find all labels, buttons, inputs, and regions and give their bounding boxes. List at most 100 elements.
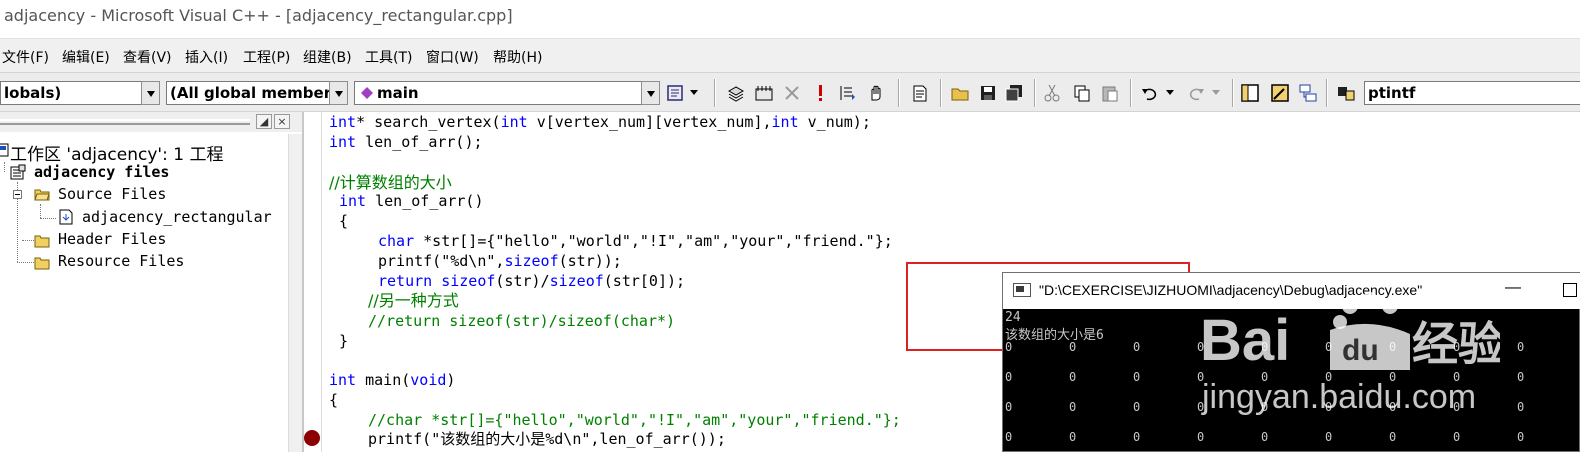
chevron-down-icon[interactable] [141, 81, 160, 105]
code-line[interactable]: { [329, 391, 338, 410]
console-cell: 0 [1133, 370, 1141, 384]
code-keyword: return [378, 272, 433, 290]
chevron-down-icon[interactable] [1212, 90, 1222, 98]
find-in-files-icon[interactable] [1336, 83, 1356, 103]
build-icon[interactable] [754, 83, 774, 103]
code-keyword: sizeof [549, 272, 604, 290]
tree-item-source-files[interactable]: Source Files [58, 185, 166, 203]
close-icon[interactable]: × [274, 114, 290, 129]
copy-icon[interactable] [1072, 83, 1092, 103]
tree-item-header-files[interactable]: Header Files [58, 230, 166, 248]
folder-open-icon [34, 189, 50, 201]
code-line[interactable]: int len_of_arr(); [329, 133, 483, 152]
output-icon[interactable] [1270, 83, 1290, 103]
console-cell: 0 [1197, 370, 1205, 384]
code-line[interactable]: { [339, 212, 348, 231]
tree-line [22, 240, 34, 241]
paste-icon[interactable] [1100, 83, 1120, 103]
code-line[interactable]: char *str[]={"hello","world","!I","am","… [378, 232, 893, 251]
workspace-scrollbar[interactable] [288, 134, 302, 452]
console-cell: 0 [1069, 400, 1077, 414]
console-title-bar[interactable]: "D:\CEXERCISE\JIZHUOMI\adjacency\Debug\a… [1003, 273, 1580, 309]
menu-edit[interactable]: 编辑(E) [62, 47, 110, 67]
stop-build-icon[interactable] [782, 83, 802, 103]
open-icon[interactable] [950, 83, 970, 103]
code-line[interactable]: return sizeof(str)/sizeof(str[0]); [378, 272, 685, 291]
save-icon[interactable] [978, 83, 998, 103]
chevron-down-icon[interactable] [690, 90, 700, 98]
chevron-down-icon[interactable] [641, 81, 660, 105]
console-title: "D:\CEXERCISE\JIZHUOMI\adjacency\Debug\a… [1039, 282, 1423, 298]
hand-icon[interactable] [866, 83, 886, 103]
code-token: main( [356, 371, 411, 389]
console-cell: 0 [1517, 340, 1525, 354]
function-diamond-icon [361, 87, 373, 99]
members-combo[interactable]: (All global members [166, 81, 348, 105]
tree-line [17, 262, 34, 263]
undo-icon[interactable] [1140, 83, 1160, 103]
window-list-icon[interactable] [1298, 83, 1318, 103]
chevron-down-icon[interactable] [329, 81, 348, 105]
redo-icon[interactable] [1186, 83, 1206, 103]
menu-file[interactable]: 文件(F) [2, 47, 49, 67]
console-cell: 0 [1325, 340, 1333, 354]
console-cell: 0 [1453, 400, 1461, 414]
console-cell: 0 [1133, 430, 1141, 444]
workspace-grip[interactable] [0, 119, 250, 125]
wizard-bar-icon[interactable] [666, 83, 686, 103]
code-line[interactable]: int main(void) [329, 371, 455, 390]
code-keyword: sizeof [441, 272, 496, 290]
code-line[interactable]: printf("该数组的大小是%d\n",len_of_arr()); [368, 430, 726, 449]
compile-icon[interactable] [726, 83, 746, 103]
go-icon[interactable] [838, 83, 858, 103]
minimize-icon[interactable]: — [1505, 279, 1521, 297]
code-line[interactable]: //return sizeof(str)/sizeof(char*) [368, 312, 675, 331]
code-token: } [339, 332, 349, 350]
tree-item-source-file[interactable]: adjacency_rectangular [82, 208, 272, 226]
breakpoint-icon[interactable] [304, 430, 320, 446]
scope-combo[interactable]: lobals) [0, 81, 160, 105]
console-cell: 0 [1133, 340, 1141, 354]
members-combo-value: (All global members [170, 84, 330, 102]
menu-view[interactable]: 查看(V) [123, 47, 172, 67]
code-line[interactable]: //计算数组的大小 [329, 173, 452, 192]
menu-project[interactable]: 工程(P) [243, 47, 290, 67]
execute-icon[interactable] [810, 83, 830, 103]
code-line[interactable]: //另一种方式 [368, 291, 459, 310]
maximize-icon[interactable] [1563, 283, 1577, 297]
tree-item-resource-files[interactable]: Resource Files [58, 252, 184, 270]
console-app-icon [1013, 283, 1031, 297]
menu-insert[interactable]: 插入(I) [185, 47, 228, 67]
code-line[interactable]: int len_of_arr() [339, 192, 484, 211]
workspace-icon[interactable] [1240, 83, 1260, 103]
find-input-value: ptintf [1368, 84, 1416, 102]
toolbar-separator [714, 79, 716, 107]
workspace-root-label[interactable]: 工作区 'adjacency': 1 工程 [10, 140, 223, 165]
cut-icon[interactable] [1042, 83, 1062, 103]
toolbar-separator [1326, 79, 1328, 107]
code-token: len_of_arr(); [356, 133, 483, 151]
find-input[interactable]: ptintf [1364, 81, 1580, 105]
editor-gutter[interactable] [304, 112, 322, 452]
maximize-panel-icon[interactable]: ◢ [256, 114, 272, 129]
menu-help[interactable]: 帮助(H) [493, 47, 542, 67]
workspace-icon [0, 143, 9, 157]
tree-item-project[interactable]: adjacency files [34, 163, 169, 181]
menu-window[interactable]: 窗口(W) [426, 47, 479, 67]
menu-tools[interactable]: 工具(T) [365, 47, 412, 67]
code-line[interactable]: printf("%d\n",sizeof(str)); [378, 252, 622, 271]
new-text-file-icon[interactable] [910, 83, 930, 103]
chevron-down-icon[interactable] [1166, 90, 1176, 98]
code-line[interactable]: int* search_vertex(int v[vertex_num][ver… [329, 113, 871, 132]
console-cell: 0 [1325, 370, 1333, 384]
code-token: v[vertex_num][vertex_num], [527, 113, 772, 131]
function-combo[interactable]: main [354, 81, 660, 105]
code-line[interactable]: } [339, 332, 348, 351]
code-token: { [329, 391, 339, 409]
code-comment: //计算数组的大小 [329, 173, 452, 192]
console-cell: 0 [1069, 370, 1077, 384]
menu-build[interactable]: 组建(B) [303, 47, 352, 67]
code-line[interactable]: //char *str[]={"hello","world","!I","am"… [368, 411, 901, 430]
collapse-icon[interactable] [13, 190, 22, 199]
save-all-icon[interactable] [1004, 83, 1024, 103]
